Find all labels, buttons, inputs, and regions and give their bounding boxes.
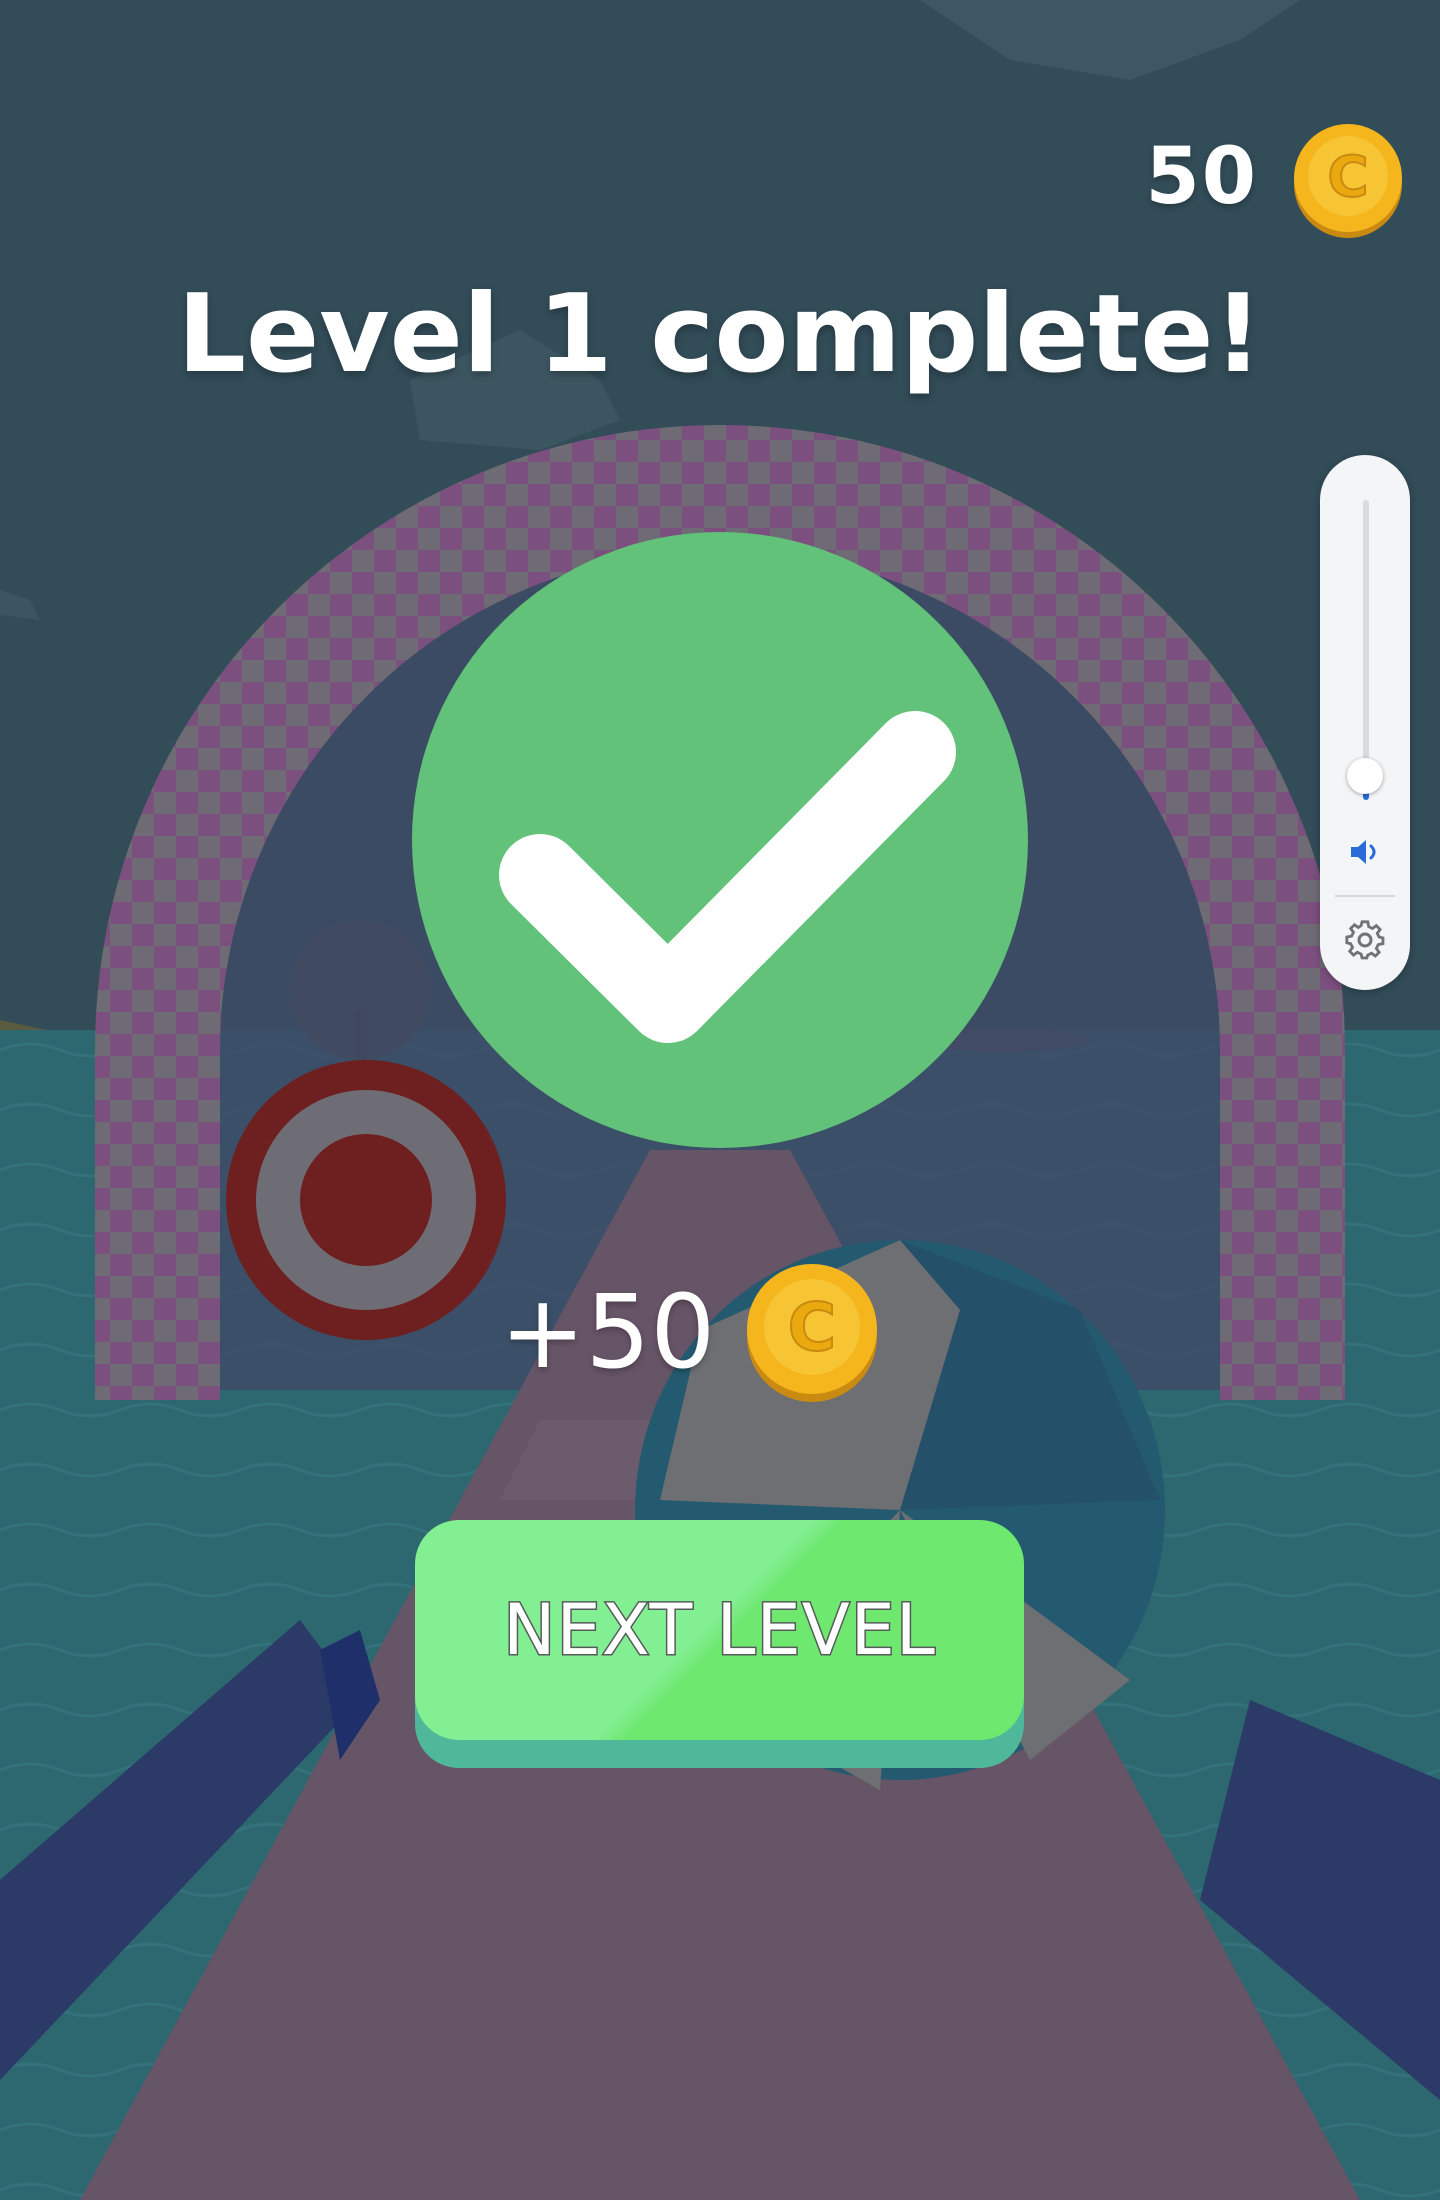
volume-slider-track[interactable]: [1363, 500, 1369, 800]
volume-settings-panel: [1320, 455, 1410, 990]
level-complete-title: Level 1 complete!: [177, 272, 1263, 397]
volume-slider-knob[interactable]: [1347, 758, 1383, 794]
checkmark-icon: [412, 532, 1028, 1148]
coin-icon: C: [1294, 124, 1402, 238]
coin-count: 50: [1145, 132, 1258, 222]
svg-text:C: C: [1327, 145, 1368, 210]
reward-amount: +50: [500, 1272, 716, 1392]
coin-icon: C: [747, 1264, 878, 1402]
reward-display: +50 C: [500, 1262, 879, 1402]
gear-icon[interactable]: [1344, 919, 1386, 961]
next-level-label: NEXT LEVEL: [502, 1588, 937, 1673]
speaker-icon[interactable]: [1347, 837, 1383, 867]
panel-divider: [1335, 895, 1395, 897]
svg-text:C: C: [788, 1289, 836, 1366]
next-level-button[interactable]: NEXT LEVEL: [415, 1520, 1024, 1768]
button-face[interactable]: NEXT LEVEL: [415, 1520, 1024, 1740]
